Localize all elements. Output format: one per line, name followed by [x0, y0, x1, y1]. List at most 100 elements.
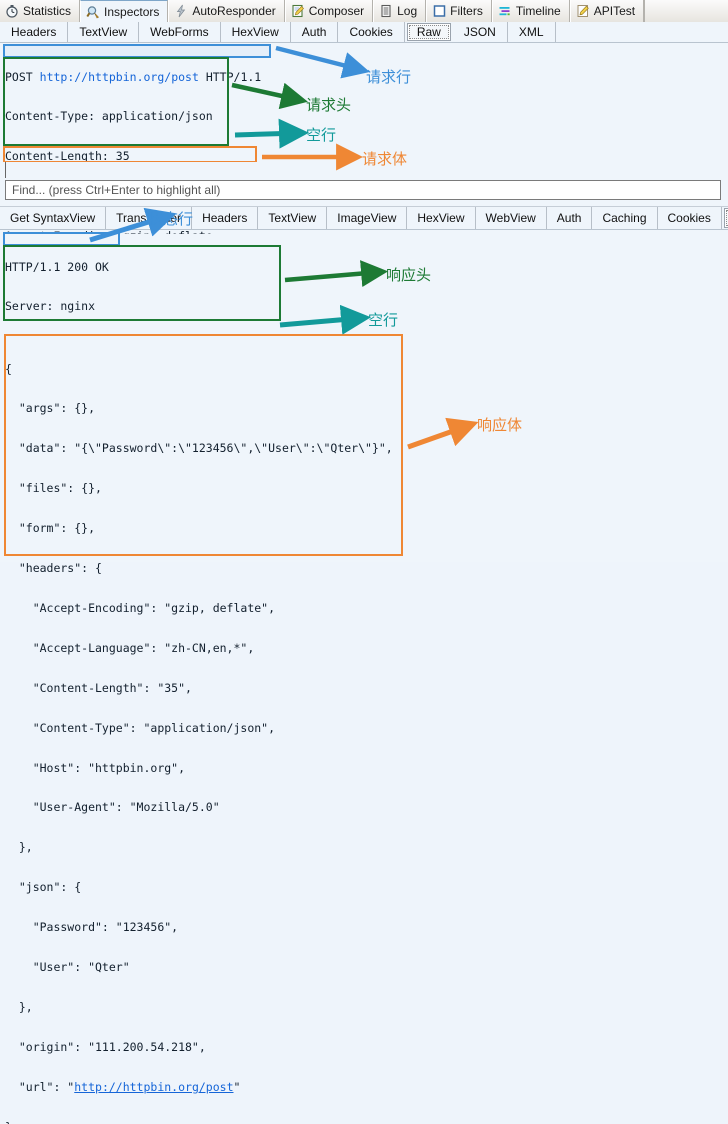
tab-timeline[interactable]: Timeline	[491, 0, 570, 22]
document-lines-icon	[379, 4, 393, 18]
tab-filters[interactable]: Filters	[426, 0, 492, 22]
request-tab-hexview[interactable]: HexView	[221, 22, 291, 42]
request-tab-auth[interactable]: Auth	[291, 22, 339, 42]
tab-apitest[interactable]: APITest	[569, 0, 645, 22]
tab-inspectors-label: Inspectors	[104, 4, 160, 19]
response-tab-caching[interactable]: Caching	[592, 207, 658, 229]
lightning-bolt-icon	[174, 4, 188, 18]
tab-filters-label: Filters	[450, 4, 483, 18]
annotation-response-blankline-label: 空行	[368, 311, 399, 329]
request-body-highlight-box	[3, 146, 257, 163]
response-tab-textview[interactable]: TextView	[258, 207, 328, 229]
tab-autoresponder-label: AutoResponder	[192, 4, 276, 18]
response-tab-cookies[interactable]: Cookies	[658, 207, 722, 229]
tab-composer[interactable]: Composer	[284, 0, 374, 22]
response-body-line: },	[5, 999, 33, 1014]
tab-composer-label: Composer	[308, 4, 365, 18]
request-tab-raw[interactable]: Raw	[406, 23, 451, 41]
request-tab-json-label: JSON	[463, 25, 496, 39]
empty-square-icon	[432, 4, 446, 18]
annotation-request-line-label: 请求行	[366, 68, 412, 86]
request-headers-highlight-box	[3, 57, 229, 146]
request-tab-auth-label: Auth	[301, 25, 327, 39]
response-tab-hexview[interactable]: HexView	[407, 207, 476, 229]
request-view-tabs: Headers TextView WebForms HexView Auth C…	[0, 22, 728, 43]
response-body-url-tail: "	[233, 1079, 241, 1094]
request-tab-textview-label: TextView	[79, 25, 128, 39]
annotation-request-blankline-label: 空行	[306, 126, 337, 144]
response-tab-get-syntaxview[interactable]: Get SyntaxView	[0, 207, 107, 229]
response-headers-highlight-box	[3, 245, 281, 321]
request-tabs-filler	[556, 22, 728, 42]
response-tab-imageview-label: ImageView	[337, 211, 397, 225]
response-tab-auth-label: Auth	[556, 211, 582, 225]
response-tab-imageview[interactable]: ImageView	[327, 207, 408, 229]
find-input[interactable]: Find... (press Ctrl+Enter to highlight a…	[5, 180, 721, 200]
status-line-highlight-box	[3, 232, 120, 246]
response-body-line: "Accept-Encoding": "gzip, deflate",	[5, 600, 276, 615]
response-tab-textview-label: TextView	[268, 211, 317, 225]
response-body-url-line: "url": "http://httpbin.org/post"	[0, 1079, 728, 1094]
fiddler-inspectors-window: Statistics Inspectors AutoResponder Comp…	[0, 0, 728, 1124]
response-body-url-prefix: "url": "	[5, 1079, 75, 1094]
main-toolbar: Statistics Inspectors AutoResponder Comp…	[0, 0, 728, 23]
response-body-line: "json": {	[5, 880, 82, 895]
annotation-response-headers-label: 响应头	[386, 266, 432, 284]
annotation-request-headers-label: 请求头	[306, 96, 352, 114]
response-tab-hexview-label: HexView	[417, 211, 465, 225]
response-body-line: },	[5, 840, 33, 855]
request-tab-xml-label: XML	[518, 25, 544, 39]
find-placeholder: Find... (press Ctrl+Enter to highlight a…	[12, 183, 221, 197]
timeline-bars-icon	[498, 4, 512, 18]
request-tab-webforms[interactable]: WebForms	[139, 22, 221, 42]
response-body-line: "Accept-Language": "zh-CN,en,*",	[5, 640, 255, 655]
request-tab-webforms-label: WebForms	[150, 25, 209, 39]
pencil-icon	[576, 4, 590, 18]
request-tab-headers[interactable]: Headers	[0, 22, 69, 42]
toolbar-filler	[644, 0, 728, 22]
response-body-line: "headers": {	[5, 561, 102, 576]
request-tab-textview[interactable]: TextView	[68, 22, 140, 42]
tab-inspectors[interactable]: Inspectors	[80, 0, 169, 23]
response-tab-cookies-label: Cookies	[667, 211, 711, 225]
response-body-line: "Content-Type": "application/json",	[5, 720, 276, 735]
tab-apitest-label: APITest	[593, 4, 636, 18]
tab-log-label: Log	[397, 4, 418, 18]
request-caret	[5, 162, 6, 178]
request-tab-cookies[interactable]: Cookies	[338, 22, 405, 42]
response-tab-webview-label: WebView	[485, 211, 536, 225]
response-body-line: "Host": "httpbin.org",	[5, 760, 186, 775]
response-body-line: }	[0, 1120, 728, 1124]
response-body-url-link[interactable]: http://httpbin.org/post	[74, 1080, 233, 1094]
response-tab-get-syntaxview-label: Get SyntaxView	[10, 211, 96, 225]
response-tab-caching-label: Caching	[602, 211, 647, 225]
response-body-line: "User-Agent": "Mozilla/5.0"	[5, 800, 220, 815]
response-view-tabs: Get SyntaxView Transformer Headers TextV…	[0, 206, 728, 230]
stopwatch-icon	[5, 4, 19, 18]
response-body-highlight-box	[4, 334, 403, 556]
response-tab-headers[interactable]: Headers	[192, 207, 259, 229]
tab-log[interactable]: Log	[373, 0, 427, 22]
tab-statistics-label: Statistics	[23, 4, 72, 18]
annotation-response-body-label: 响应体	[477, 416, 523, 434]
tab-timeline-label: Timeline	[515, 4, 561, 18]
response-tab-auth[interactable]: Auth	[547, 207, 593, 229]
request-tab-xml[interactable]: XML	[508, 22, 556, 42]
response-body-line: "Password": "123456",	[5, 920, 179, 935]
request-tab-headers-label: Headers	[11, 25, 57, 39]
tab-statistics[interactable]: Statistics	[0, 0, 81, 22]
request-tab-raw-label: Raw	[416, 25, 441, 39]
response-body-line: "Content-Length": "35",	[5, 680, 192, 695]
response-tab-webview[interactable]: WebView	[476, 207, 547, 229]
request-line-highlight-box	[3, 44, 271, 58]
annotation-request-body-label: 请求体	[362, 150, 408, 168]
response-tab-raw[interactable]: Raw	[723, 208, 728, 228]
response-body-line: "origin": "111.200.54.218",	[5, 1039, 206, 1054]
response-tab-headers-label: Headers	[202, 211, 248, 225]
tab-autoresponder[interactable]: AutoResponder	[168, 0, 285, 22]
request-tab-hexview-label: HexView	[231, 25, 279, 39]
notepad-pencil-icon	[291, 4, 305, 18]
annotation-status-line-label: 状态行	[148, 210, 194, 228]
response-body-line: "User": "Qter"	[5, 959, 130, 974]
request-tab-json[interactable]: JSON	[453, 22, 508, 42]
